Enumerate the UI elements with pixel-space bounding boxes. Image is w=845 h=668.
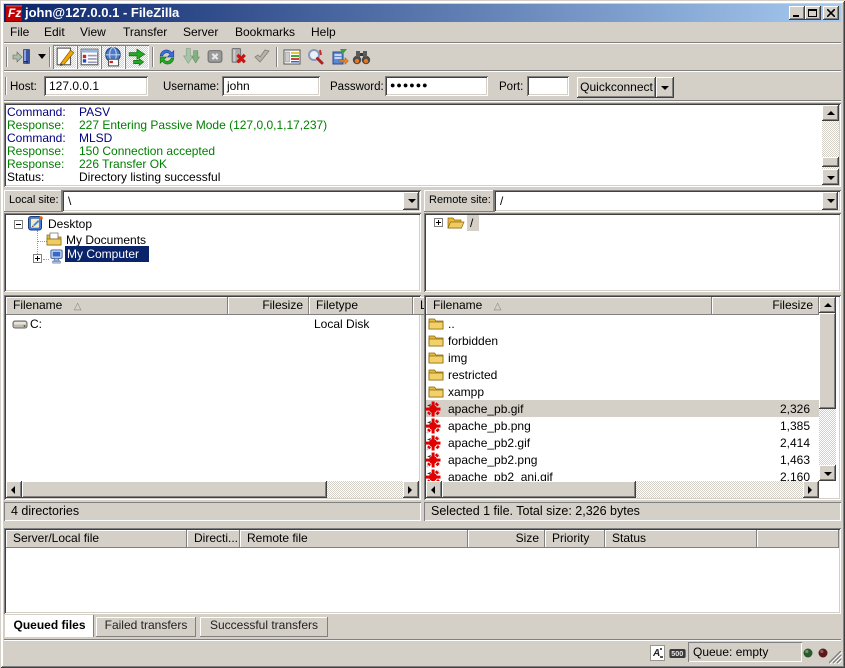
svg-text:Fz: Fz (8, 6, 21, 20)
svg-text:500: 500 (671, 649, 683, 658)
